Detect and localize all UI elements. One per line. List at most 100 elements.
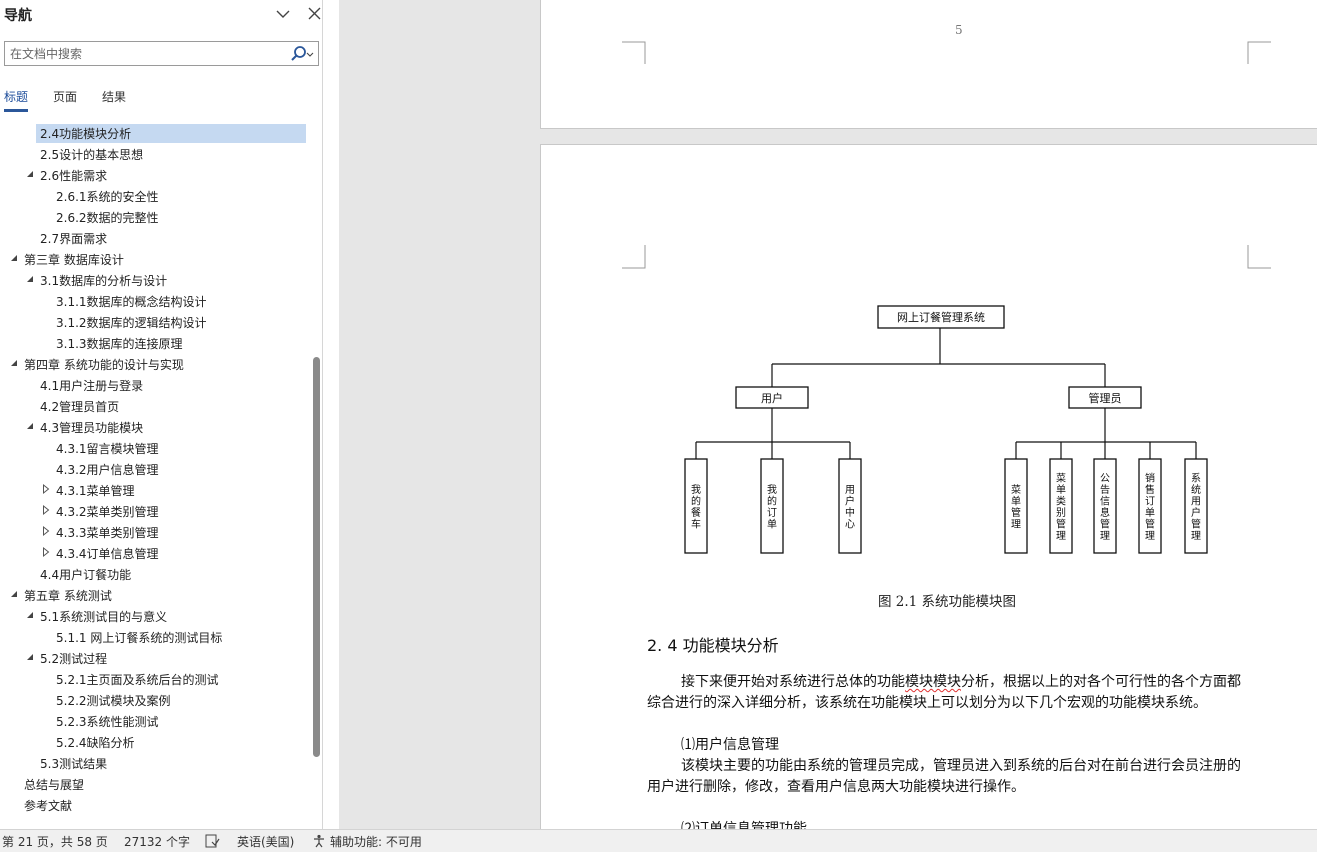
nav-heading-label: 5.2.3系统性能测试: [56, 715, 159, 729]
nav-heading-item[interactable]: 4.3.4订单信息管理: [0, 543, 312, 563]
nav-heading-label: 总结与展望: [24, 778, 85, 792]
nav-heading-label: 4.3.2用户信息管理: [56, 463, 159, 477]
nav-heading-item[interactable]: 3.1.1数据库的概念结构设计: [0, 291, 312, 311]
document-area: 5 网上订餐管理系统 用户 管理员 我的餐车 我的订单 用户中心 菜单管理 菜单…: [339, 0, 1317, 829]
proofing-icon[interactable]: [205, 834, 220, 848]
nav-heading-item[interactable]: 4.4用户订餐功能: [0, 564, 312, 584]
nav-heading-label: 第五章 系统测试: [24, 589, 112, 603]
nav-heading-item[interactable]: 2.5设计的基本思想: [0, 144, 312, 164]
nav-heading-item[interactable]: 第五章 系统测试: [0, 585, 312, 605]
collapsed-triangle-icon[interactable]: [41, 525, 51, 537]
expanded-triangle-icon[interactable]: [25, 651, 35, 663]
nav-heading-item[interactable]: 4.3.1留言模块管理: [0, 438, 312, 458]
nav-options-chevron-icon[interactable]: [272, 4, 294, 24]
nav-heading-label: 第四章 系统功能的设计与实现: [24, 358, 184, 372]
nav-heading-item[interactable]: 3.1.3数据库的连接原理: [0, 333, 312, 353]
list-item-title: ⑴用户信息管理: [681, 737, 779, 753]
nav-heading-label: 2.5设计的基本思想: [40, 148, 144, 162]
tab-pages[interactable]: 页面: [53, 88, 77, 114]
nav-heading-label: 4.3.3菜单类别管理: [56, 526, 159, 540]
nav-heading-item[interactable]: 5.1.1 网上订餐系统的测试目标: [0, 627, 312, 647]
page-previous: 5: [540, 0, 1317, 129]
body-paragraph: 该模块主要的功能由系统的管理员完成，管理员进入到系统的后台对在前台进行会员注册的…: [647, 758, 1241, 795]
nav-heading-label: 5.1系统测试目的与意义: [40, 610, 168, 624]
diagram-leaf-label: 我的餐车: [691, 484, 701, 531]
collapsed-triangle-icon[interactable]: [41, 483, 51, 495]
nav-heading-item[interactable]: 5.2测试过程: [0, 648, 312, 668]
nav-heading-item[interactable]: 4.1用户注册与登录: [0, 375, 312, 395]
nav-heading-item[interactable]: 4.3.1菜单管理: [0, 480, 312, 500]
nav-heading-item[interactable]: 总结与展望: [0, 774, 312, 794]
heading-tree: 2.4功能模块分析 2.5设计的基本思想 2.6性能需求 2.6.1系统的安全性 2.6…: [0, 123, 312, 823]
body-text: 接下来便开始对系统进行总体的功能: [681, 674, 905, 690]
nav-heading-label: 4.3.1留言模块管理: [56, 442, 159, 456]
nav-heading-item[interactable]: 2.7界面需求: [0, 228, 312, 248]
nav-heading-item[interactable]: 5.2.3系统性能测试: [0, 711, 312, 731]
nav-heading-item[interactable]: 4.3管理员功能模块: [0, 417, 312, 437]
search-icon[interactable]: [288, 44, 316, 64]
accessibility-status[interactable]: 辅助功能: 不可用: [330, 833, 422, 850]
nav-scrollbar[interactable]: [313, 357, 320, 757]
nav-heading-label: 4.3管理员功能模块: [40, 421, 144, 435]
nav-heading-item[interactable]: 2.6性能需求: [0, 165, 312, 185]
status-bar: 第 21 页，共 58 页 27132 个字 英语(美国) 辅助功能: 不可用: [0, 829, 1317, 852]
nav-heading-item[interactable]: 参考文献: [0, 795, 312, 815]
collapsed-triangle-icon[interactable]: [41, 546, 51, 558]
nav-heading-label: 5.2.1主页面及系统后台的测试: [56, 673, 219, 687]
nav-heading-item[interactable]: 2.4功能模块分析: [0, 123, 312, 143]
nav-heading-item[interactable]: 5.2.2测试模块及案例: [0, 690, 312, 710]
nav-heading-label: 4.3.4订单信息管理: [56, 547, 159, 561]
nav-heading-item[interactable]: 3.1数据库的分析与设计: [0, 270, 312, 290]
nav-heading-label: 第三章 数据库设计: [24, 253, 124, 267]
nav-heading-label: 5.1.1 网上订餐系统的测试目标: [56, 631, 223, 645]
nav-heading-label: 2.4功能模块分析: [40, 127, 132, 141]
diagram-leaf-label: 系统用户管理: [1191, 472, 1201, 542]
nav-heading-item[interactable]: 5.2.4缺陷分析: [0, 732, 312, 752]
nav-heading-label: 3.1.1数据库的概念结构设计: [56, 295, 207, 309]
nav-heading-label: 4.2管理员首页: [40, 400, 120, 414]
close-icon[interactable]: [304, 4, 326, 24]
expanded-triangle-icon[interactable]: [25, 420, 35, 432]
page-current: 网上订餐管理系统 用户 管理员 我的餐车 我的订单 用户中心 菜单管理 菜单类别管理 公告…: [540, 144, 1317, 829]
diagram-leaf-label: 菜单类别管理: [1056, 472, 1066, 542]
nav-heading-item[interactable]: 4.2管理员首页: [0, 396, 312, 416]
spelling-flag[interactable]: 模块模块: [905, 674, 961, 690]
search-box: [4, 41, 319, 66]
word-count[interactable]: 27132 个字: [124, 833, 190, 850]
expanded-triangle-icon[interactable]: [25, 168, 35, 180]
nav-heading-label: 5.2.2测试模块及案例: [56, 694, 171, 708]
expanded-triangle-icon[interactable]: [9, 588, 19, 600]
accessibility-icon[interactable]: [312, 834, 327, 848]
nav-heading-item[interactable]: 4.3.2用户信息管理: [0, 459, 312, 479]
page-count[interactable]: 第 21 页，共 58 页: [2, 833, 108, 850]
crop-mark: [1247, 41, 1271, 64]
expanded-triangle-icon[interactable]: [9, 357, 19, 369]
search-input[interactable]: [5, 42, 295, 65]
nav-heading-item[interactable]: 2.6.1系统的安全性: [0, 186, 312, 206]
expanded-triangle-icon[interactable]: [25, 609, 35, 621]
function-module-diagram: 网上订餐管理系统 用户 管理员 我的餐车 我的订单 用户中心 菜单管理 菜单类别管理 公告…: [684, 305, 1208, 554]
tab-headings[interactable]: 标题: [4, 88, 29, 114]
nav-heading-label: 2.6.2数据的完整性: [56, 211, 159, 225]
expanded-triangle-icon[interactable]: [9, 252, 19, 264]
language-indicator[interactable]: 英语(美国): [237, 833, 294, 850]
diagram-leaf-label: 用户中心: [845, 485, 855, 531]
nav-heading-item[interactable]: 第三章 数据库设计: [0, 249, 312, 269]
nav-heading-item[interactable]: 4.3.3菜单类别管理: [0, 522, 312, 542]
tab-results[interactable]: 结果: [102, 88, 126, 114]
nav-heading-label: 5.3测试结果: [40, 757, 108, 771]
nav-heading-label: 4.4用户订餐功能: [40, 568, 132, 582]
nav-heading-item[interactable]: 2.6.2数据的完整性: [0, 207, 312, 227]
diagram-leaf-label: 我的订单: [767, 484, 777, 531]
nav-heading-label: 2.6.1系统的安全性: [56, 190, 159, 204]
nav-heading-item[interactable]: 5.2.1主页面及系统后台的测试: [0, 669, 312, 689]
nav-heading-item[interactable]: 3.1.2数据库的逻辑结构设计: [0, 312, 312, 332]
expanded-triangle-icon[interactable]: [25, 273, 35, 285]
nav-heading-item[interactable]: 5.3测试结果: [0, 753, 312, 773]
collapsed-triangle-icon[interactable]: [41, 504, 51, 516]
nav-heading-item[interactable]: 4.3.2菜单类别管理: [0, 501, 312, 521]
diagram-leaf-label: 公告信息管理: [1100, 473, 1110, 542]
nav-heading-item[interactable]: 第四章 系统功能的设计与实现: [0, 354, 312, 374]
list-item-title: ⑵订单信息管理功能: [681, 821, 807, 829]
nav-heading-item[interactable]: 5.1系统测试目的与意义: [0, 606, 312, 626]
